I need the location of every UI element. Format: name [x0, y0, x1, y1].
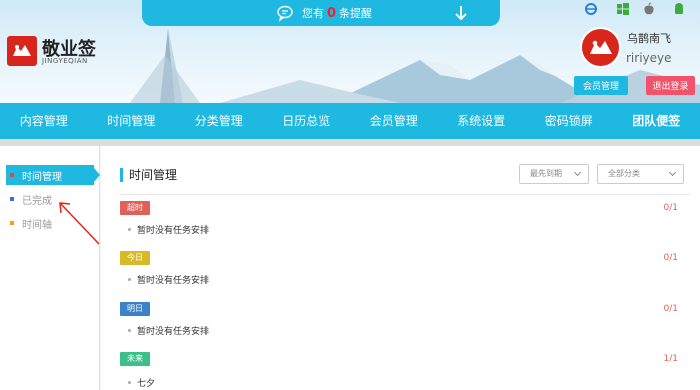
group-tag-today: 今日	[120, 251, 150, 265]
brand-subtitle: JINGYEQIAN	[42, 57, 88, 65]
logout-button[interactable]: 退出登录	[646, 76, 695, 95]
notice-bar[interactable]: 您有 0 条提醒	[142, 0, 500, 26]
user-name: 乌鹊南飞	[627, 32, 671, 45]
red-dot-icon	[10, 173, 14, 177]
group-tag-tomorrow: 明日	[120, 302, 150, 316]
ie-icon[interactable]	[584, 2, 598, 16]
sub-bar	[0, 139, 700, 146]
group-count: 0/1	[663, 253, 678, 263]
sort-select[interactable]: 最先到期	[519, 164, 589, 184]
member-manage-button[interactable]: 会员管理	[574, 76, 628, 95]
task-text: 暂时没有任务安排	[137, 276, 210, 286]
sidebar-item-label: 时间轴	[22, 219, 52, 231]
notice-prefix: 您有	[302, 7, 324, 20]
nav-item-settings[interactable]: 系统设置	[438, 103, 526, 139]
list-item[interactable]: 暂时没有任务安排	[128, 273, 209, 286]
group-count: 1/1	[663, 354, 678, 364]
task-text: 七夕	[137, 379, 156, 389]
nav-item-member[interactable]: 会员管理	[350, 103, 438, 139]
group-count: 0/1	[663, 304, 678, 314]
group-tag-overdue: 超时	[120, 201, 150, 215]
orange-dot-icon	[10, 221, 14, 225]
list-item[interactable]: 暂时没有任务安排	[128, 223, 209, 236]
blue-dot-icon	[10, 197, 14, 201]
notice-suffix: 条提醒	[339, 7, 373, 20]
nav-item-calendar[interactable]: 日历总览	[263, 103, 351, 139]
logo-icon[interactable]	[7, 36, 37, 66]
sidebar-item-label: 时间管理	[22, 171, 62, 183]
user-id: ririyeye	[626, 51, 672, 65]
nav-item-team[interactable]: 团队便签	[613, 103, 700, 139]
annotation-arrow-icon	[59, 202, 100, 245]
sidebar-item-time[interactable]: 时间管理	[6, 165, 100, 185]
header: 您有 0 条提醒 敬业签 JINGYEQIAN 乌鹊南飞 ririyeye 会员管理…	[0, 0, 700, 103]
group-tag-future: 未来	[120, 352, 150, 366]
bullet-icon	[128, 278, 131, 281]
message-icon	[277, 5, 293, 22]
bullet-icon	[128, 329, 131, 332]
notice-count: 0	[327, 6, 337, 21]
windows-icon[interactable]	[616, 2, 630, 16]
task-text: 暂时没有任务安排	[137, 327, 210, 337]
sidebar-item-label: 已完成	[22, 195, 52, 207]
nav-item-category[interactable]: 分类管理	[175, 103, 263, 139]
list-item[interactable]: 七夕	[128, 376, 155, 389]
nav-item-time[interactable]: 时间管理	[88, 103, 176, 139]
nav-item-lock[interactable]: 密码锁屏	[525, 103, 613, 139]
nav-item-content[interactable]: 内容管理	[0, 103, 88, 139]
apple-icon[interactable]	[642, 2, 656, 16]
list-item[interactable]: 暂时没有任务安排	[128, 324, 209, 337]
task-text: 暂时没有任务安排	[137, 226, 210, 236]
main-panel: 时间管理 最先到期 全部分类 超时 0/1 暂时没有任务安排 今日 0/1 暂时…	[101, 146, 700, 390]
bullet-icon	[128, 381, 131, 384]
avatar[interactable]	[580, 27, 621, 68]
arrow-down-icon[interactable]	[454, 4, 468, 22]
notice-text: 您有 0 条提醒	[302, 5, 372, 21]
bullet-icon	[128, 228, 131, 231]
group-count: 0/1	[663, 203, 678, 213]
main-nav: 内容管理 时间管理 分类管理 日历总览 会员管理 系统设置 密码锁屏 团队便签	[0, 103, 700, 139]
sidebar: 时间管理 已完成 时间轴	[0, 146, 100, 390]
divider	[120, 194, 690, 195]
page-title: 时间管理	[120, 168, 177, 182]
android-icon[interactable]	[672, 2, 686, 16]
category-select[interactable]: 全部分类	[597, 164, 684, 184]
